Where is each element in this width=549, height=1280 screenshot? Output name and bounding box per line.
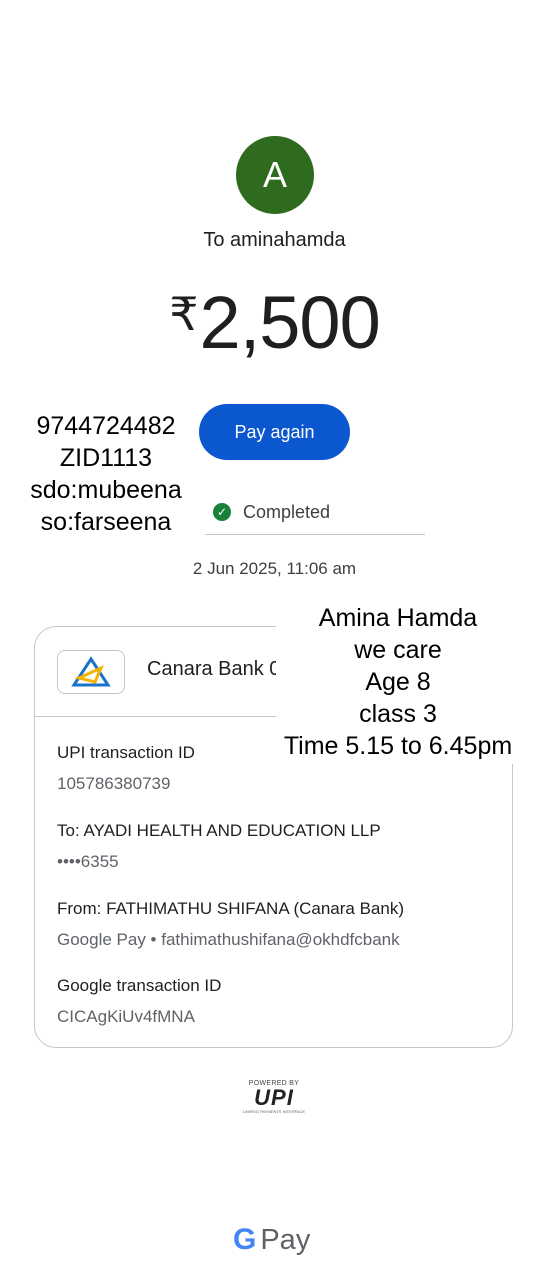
google-g-icon: G [233, 1223, 257, 1256]
note-age: Age 8 [365, 668, 431, 696]
gpay-wordmark: Pay [260, 1223, 311, 1256]
upi-transaction-id-label: UPI transaction ID [57, 743, 195, 762]
note-sdo: sdo:mubeena [30, 476, 182, 504]
transaction-date: 2 Jun 2025, 11:06 am [192, 559, 357, 578]
handwritten-note-right: Amina Hamda we care Age 8 class 3 Time 5… [276, 600, 520, 764]
from-account-label: From: FATHIMATHU SHIFANA (Canara Bank) [57, 899, 404, 918]
canara-bank-logo [57, 650, 125, 694]
note-student-name: Amina Hamda [318, 604, 478, 632]
note-org: we care [354, 636, 442, 664]
upi-subtitle: UNIFIED PAYMENTS INTERFACE [242, 1109, 306, 1114]
to-account-label: To: AYADI HEALTH AND EDUCATION LLP [57, 821, 381, 840]
note-so: so:farseena [40, 508, 172, 536]
google-transaction-id-label: Google transaction ID [57, 976, 222, 995]
upi-mark: UPI [254, 1085, 294, 1110]
canara-bank-logo-icon [71, 656, 111, 687]
google-pay-logo: G Pay [233, 1220, 310, 1260]
payment-amount: ₹2,500 [0, 280, 549, 365]
google-transaction-id-value[interactable]: CICAgKiUv4fMNA [57, 1007, 195, 1027]
recipient-avatar: A [236, 136, 314, 214]
rupee-symbol: ₹ [169, 288, 198, 340]
upi-transaction-id-value[interactable]: 105786380739 [57, 774, 170, 794]
recipient-name: To aminahamda [203, 229, 346, 251]
note-phone: 9744724482 [36, 412, 176, 440]
check-circle-icon: ✓ [213, 503, 231, 521]
note-time: Time 5.15 to 6.45pm [283, 732, 513, 760]
pay-again-button[interactable]: Pay again [199, 404, 350, 460]
handwritten-note-left: 9744724482 ZID1113 sdo:mubeena so:farsee… [18, 410, 194, 538]
from-account-value: Google Pay • fathimathushifana@okhdfcban… [57, 930, 400, 949]
to-account-value: ••••6355 [57, 852, 119, 871]
note-class: class 3 [359, 700, 437, 728]
note-zid: ZID1113 [59, 444, 153, 472]
status-label: Completed [243, 501, 331, 522]
amount-value: 2,500 [199, 281, 381, 364]
status-row: ✓ Completed [205, 490, 425, 535]
upi-logo: POWERED BY UPI UNIFIED PAYMENTS INTERFAC… [236, 1080, 312, 1120]
avatar-initial: A [262, 154, 287, 195]
